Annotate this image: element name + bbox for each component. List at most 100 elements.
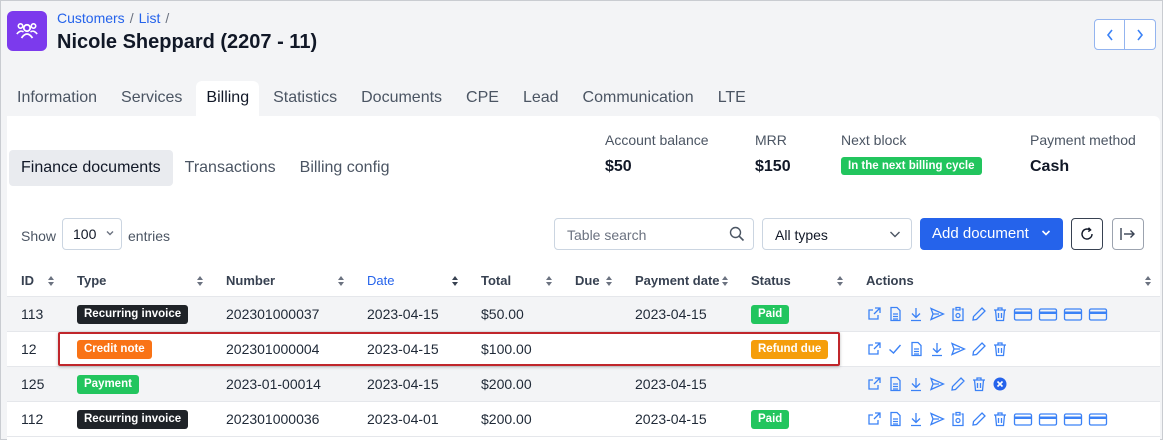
send-icon[interactable] [929,376,945,392]
next-record-button[interactable] [1125,19,1156,50]
open-external-icon[interactable] [866,411,882,427]
cell-number[interactable]: 2023-01-00014 [212,366,353,402]
table-row[interactable]: 113 Recurring invoice 202301000037 2023-… [7,296,1160,332]
chevron-down-icon [106,231,114,236]
tab-lte[interactable]: LTE [708,81,756,117]
pdf-icon[interactable] [887,306,903,322]
tab-billing[interactable]: Billing [196,81,260,117]
sort-icon [48,276,54,286]
tab-lead[interactable]: Lead [513,81,569,117]
column-payment-date[interactable]: Payment date [621,266,737,297]
table-row[interactable]: 12 Credit note 202301000004 2023-04-15 $… [7,331,1160,367]
tab-information[interactable]: Information [7,81,107,117]
edit-icon[interactable] [971,341,987,357]
table-search-input[interactable]: Table search [554,218,754,250]
next-block-label: Next block [841,132,907,148]
column-number[interactable]: Number [212,266,353,297]
edit-icon[interactable] [971,411,987,427]
pdf-icon[interactable] [908,341,924,357]
download-icon[interactable] [929,341,945,357]
card-icon[interactable] [1038,411,1058,427]
trash-icon[interactable] [992,306,1008,322]
subtab-finance-documents[interactable]: Finance documents [9,150,173,186]
sort-icon [722,276,728,286]
close-circle-icon[interactable] [992,376,1008,392]
chevron-left-icon [1106,29,1113,40]
breadcrumb-separator: / [129,10,134,26]
cell-total: $200.00 [467,401,561,437]
subtab-billing-config[interactable]: Billing config [288,150,402,186]
open-external-icon[interactable] [866,306,882,322]
tab-statistics[interactable]: Statistics [263,81,347,117]
billing-panel: Finance documents Transactions Billing c… [7,116,1160,440]
payment-method-stat: Payment method Cash [1030,132,1136,176]
subtab-transactions[interactable]: Transactions [173,150,288,186]
pdf-icon[interactable] [887,411,903,427]
card-icon[interactable] [1063,411,1083,427]
column-type[interactable]: Type [63,266,212,297]
entries-select[interactable]: 100 [62,218,122,250]
tab-communication[interactable]: Communication [573,81,704,117]
breadcrumb-list[interactable]: List [139,10,161,26]
open-external-icon[interactable] [866,376,882,392]
chevron-down-icon [1041,230,1051,236]
breadcrumb-customers[interactable]: Customers [57,10,125,26]
tab-cpe[interactable]: CPE [456,81,509,117]
card-icon[interactable] [1013,306,1033,322]
download-icon[interactable] [908,306,924,322]
check-icon[interactable] [887,341,903,357]
download-icon[interactable] [908,376,924,392]
column-actions[interactable]: Actions [852,266,1160,297]
send-icon[interactable] [929,306,945,322]
add-document-button[interactable]: Add document [920,218,1063,250]
sort-icon [452,276,458,286]
record-pager [1094,19,1156,50]
table-row[interactable]: 112 Recurring invoice 202301000036 2023-… [7,401,1160,437]
trash-icon[interactable] [992,411,1008,427]
refresh-button[interactable] [1071,218,1103,250]
users-icon [7,11,47,51]
column-total[interactable]: Total [467,266,561,297]
type-badge: Payment [77,374,139,394]
tab-documents[interactable]: Documents [351,81,452,117]
cell-type: Payment [63,366,212,402]
column-due[interactable]: Due [561,266,621,297]
edit-icon[interactable] [950,376,966,392]
cell-date: 2023-04-15 [353,366,467,402]
table-row[interactable]: 125 Payment 2023-01-00014 2023-04-15 $20… [7,366,1160,402]
cell-number[interactable]: 202301000037 [212,296,353,332]
card-icon[interactable] [1038,306,1058,322]
card-icon[interactable] [1088,306,1108,322]
cell-number[interactable]: 202301000036 [212,401,353,437]
download-icon[interactable] [908,411,924,427]
sort-icon [546,276,552,286]
pdf-icon[interactable] [887,376,903,392]
cell-due [561,331,621,367]
clipboard-icon[interactable] [950,306,966,322]
types-select[interactable]: All types [762,218,912,250]
tab-services[interactable]: Services [111,81,192,117]
edit-icon[interactable] [971,306,987,322]
open-external-icon[interactable] [866,341,882,357]
add-document-label: Add document [932,225,1029,242]
export-button[interactable] [1112,218,1144,250]
cell-date: 2023-04-01 [353,401,467,437]
card-icon[interactable] [1013,411,1033,427]
account-balance-value: $50 [605,158,632,175]
trash-icon[interactable] [992,341,1008,357]
card-icon[interactable] [1063,306,1083,322]
trash-icon[interactable] [971,376,987,392]
send-icon[interactable] [950,341,966,357]
column-id[interactable]: ID [7,266,63,297]
cell-number[interactable]: 202301000004 [212,331,353,367]
window: Customers / List / Nicole Sheppard (2207… [0,0,1163,440]
column-status[interactable]: Status [737,266,852,297]
send-icon[interactable] [929,411,945,427]
clipboard-icon[interactable] [950,411,966,427]
cell-status: Paid [737,401,852,437]
column-date[interactable]: Date [353,266,467,297]
payment-method-label: Payment method [1030,132,1136,148]
previous-record-button[interactable] [1094,19,1125,50]
cell-status: Paid [737,296,852,332]
card-icon[interactable] [1088,411,1108,427]
